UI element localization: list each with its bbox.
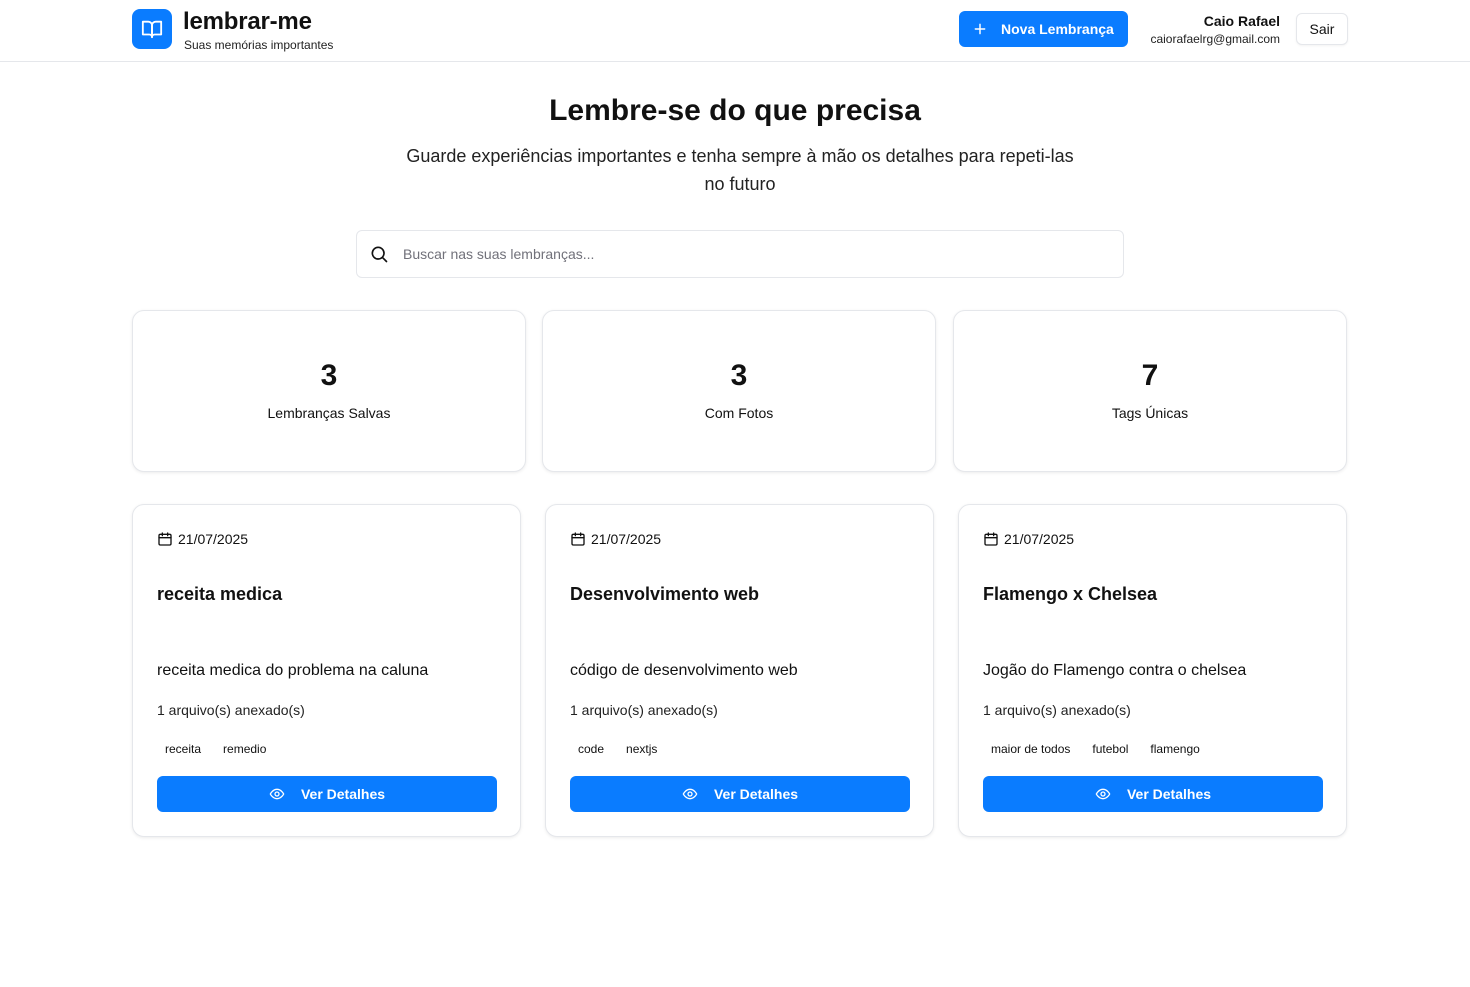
search-input[interactable] [403,246,1093,262]
tag: receita [157,739,210,759]
memory-date: 21/07/2025 [570,531,661,547]
stat-value: 3 [320,359,338,392]
memory-tags: receita remedio [157,739,275,759]
app-header: lembrar-me Suas memórias importantes Nov… [0,0,1470,62]
memory-tags: maior de todos futebol flamengo [983,739,1208,759]
page-title: Lembre-se do que precisa [549,94,921,127]
memory-attachments: 1 arquivo(s) anexado(s) [157,702,305,718]
tag: futebol [1084,739,1137,759]
search-bar [356,230,1124,278]
memory-date-text: 21/07/2025 [591,531,662,547]
memory-description: código de desenvolvimento web [570,662,798,679]
stat-value: 7 [1141,359,1159,392]
memory-description: Jogão do Flamengo contra o chelsea [983,662,1247,679]
stat-value: 3 [730,359,748,392]
view-details-button[interactable]: Ver Detalhes [570,776,910,812]
memory-attachments: 1 arquivo(s) anexado(s) [570,702,718,718]
user-name: Caio Rafael [1203,13,1280,29]
eye-icon [269,788,285,800]
memory-tags: code nextjs [570,739,666,759]
page-subtitle: Guarde experiências importantes e tenha … [406,146,1074,194]
stat-card-photos: 3 Com Fotos [542,310,936,472]
view-details-button[interactable]: Ver Detalhes [983,776,1323,812]
view-details-label: Ver Detalhes [713,786,799,802]
logout-button[interactable]: Sair [1296,13,1348,45]
memory-card: 21/07/2025 receita medica receita medica… [132,504,521,837]
tag: code [570,739,613,759]
memory-title: receita medica [157,584,283,604]
memory-date: 21/07/2025 [157,531,248,547]
memory-description: receita medica do problema na caluna [157,662,429,679]
memory-date-text: 21/07/2025 [1004,531,1075,547]
stat-label: Com Fotos [704,405,774,421]
app-tagline: Suas memórias importantes [184,38,334,52]
plus-icon [974,23,986,35]
view-details-label: Ver Detalhes [300,786,386,802]
memory-title: Flamengo x Chelsea [983,584,1158,604]
memory-date-text: 21/07/2025 [178,531,249,547]
app-name: lembrar-me [183,8,312,35]
stat-label: Lembranças Salvas [267,405,391,421]
memory-attachments: 1 arquivo(s) anexado(s) [983,702,1131,718]
memory-title: Desenvolvimento web [570,584,760,604]
new-memory-button[interactable]: Nova Lembrança [959,11,1128,47]
stat-card-saved: 3 Lembranças Salvas [132,310,526,472]
new-memory-label: Nova Lembrança [1001,21,1114,37]
user-email: caiorafaelrg@gmail.com [1150,32,1280,46]
view-details-label: Ver Detalhes [1126,786,1212,802]
tag: maior de todos [983,739,1079,759]
eye-icon [682,788,698,800]
memory-date: 21/07/2025 [983,531,1074,547]
tag: nextjs [618,739,666,759]
tag: remedio [215,739,275,759]
logo[interactable] [132,9,172,49]
book-open-icon [141,20,163,39]
memory-card: 21/07/2025 Flamengo x Chelsea Jogão do F… [958,504,1347,837]
memory-card: 21/07/2025 Desenvolvimento web código de… [545,504,934,837]
tag: flamengo [1142,739,1208,759]
calendar-icon [984,532,998,546]
calendar-icon [571,532,585,546]
calendar-icon [158,532,172,546]
stat-label: Tags Únicas [1111,405,1189,421]
view-details-button[interactable]: Ver Detalhes [157,776,497,812]
stat-card-tags: 7 Tags Únicas [953,310,1347,472]
eye-icon [1095,788,1111,800]
search-icon [371,246,388,263]
